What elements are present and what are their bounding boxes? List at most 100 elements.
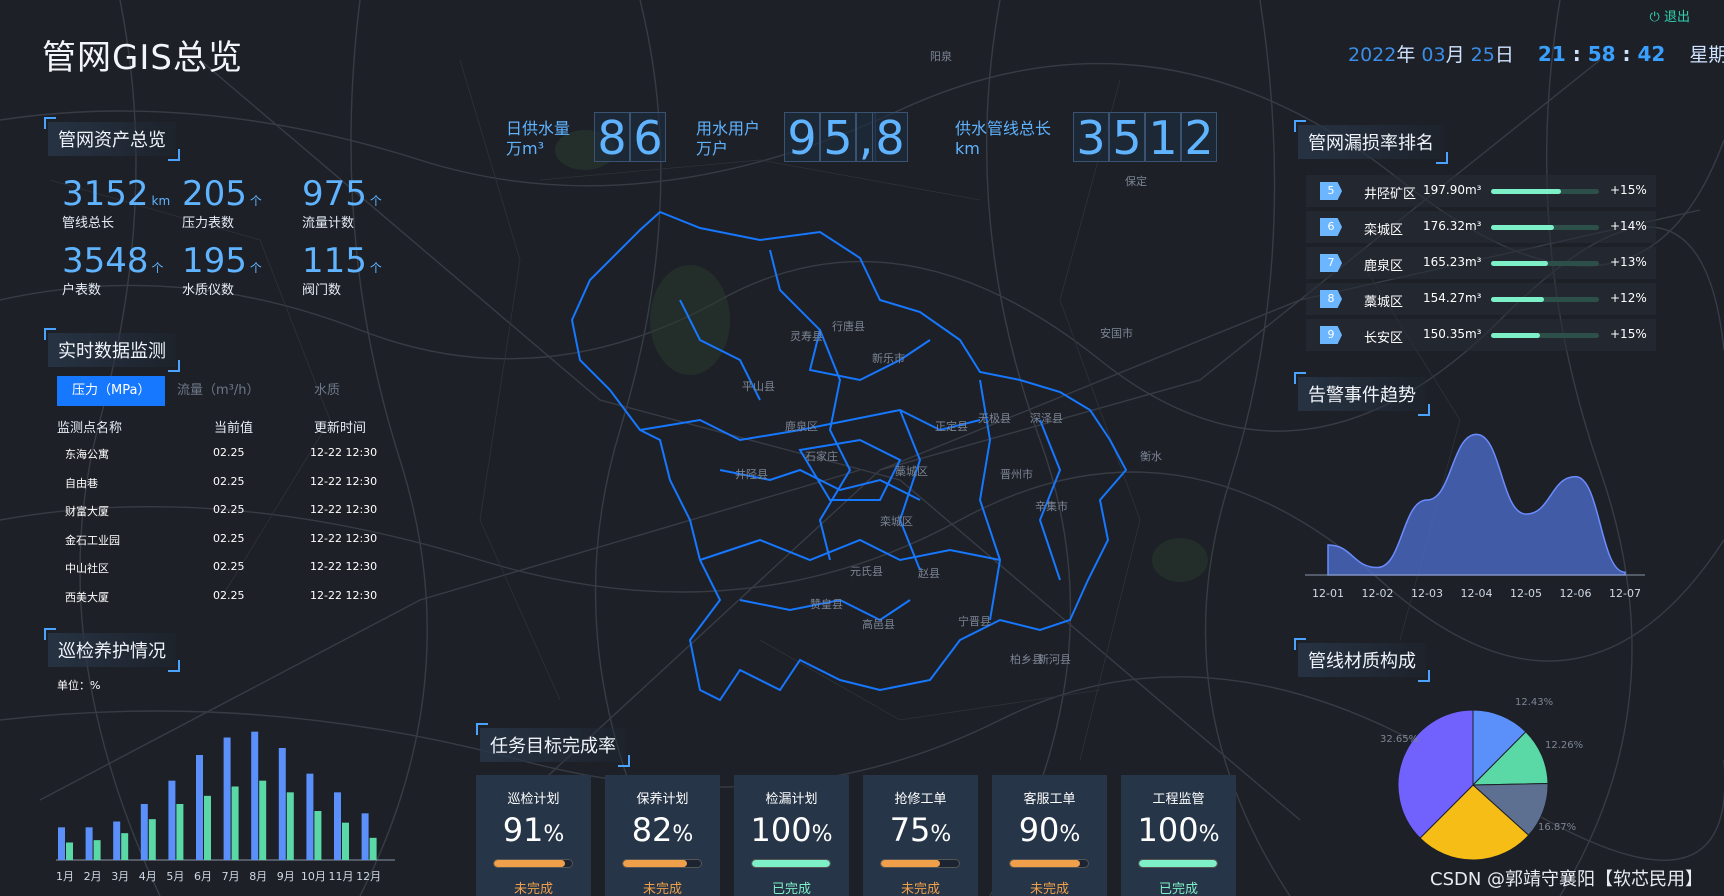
task-card[interactable]: 工程监管 100% 已完成 bbox=[1121, 775, 1236, 896]
task-card[interactable]: 检漏计划 100% 已完成 bbox=[734, 775, 849, 896]
task-status: 未完成 bbox=[1029, 882, 1069, 896]
area-series bbox=[1327, 433, 1626, 576]
stat-pipeline-length: 3152 km 管线总长 bbox=[62, 174, 171, 231]
tab-pressure[interactable]: 压力（MPa） bbox=[57, 376, 166, 406]
rank-badge: 5 bbox=[1320, 182, 1342, 200]
leak-change: +14% bbox=[1610, 219, 1647, 233]
rank-row[interactable]: 8 藁城区 154.27m³ +12% bbox=[1306, 283, 1656, 315]
bar bbox=[251, 731, 259, 860]
station-name: 西美大厦 bbox=[65, 590, 109, 604]
day: 25 bbox=[1470, 44, 1495, 66]
stat-pressure-meters: 205 个压力表数 bbox=[182, 174, 262, 231]
rank-row[interactable]: 5 井陉矿区 197.90m³ +15% bbox=[1306, 175, 1656, 207]
map-place-label: 新乐市 bbox=[872, 351, 905, 365]
leak-bar bbox=[1491, 333, 1599, 338]
station-value: 02.25 bbox=[213, 531, 245, 545]
station-name: 自由巷 bbox=[65, 476, 98, 490]
leak-volume: 176.32m³ bbox=[1423, 219, 1482, 233]
map-place-label: 元氏县 bbox=[850, 565, 883, 578]
task-card[interactable]: 抢修工单 75% 未完成 bbox=[863, 775, 978, 896]
x-tick-label: 7月 bbox=[222, 870, 240, 883]
logout-label: 退出 bbox=[1663, 10, 1690, 25]
rank-badge: 8 bbox=[1320, 290, 1342, 308]
map-place-label: 井陉县 bbox=[735, 467, 768, 481]
station-time: 12-22 12:30 bbox=[310, 446, 378, 459]
rank-badge: 6 bbox=[1320, 218, 1342, 236]
task-progress bbox=[880, 859, 960, 868]
station-time: 12-22 12:30 bbox=[310, 560, 378, 573]
leak-change: +12% bbox=[1610, 291, 1647, 305]
kpi-pipeline-length-label: 供水管线总长 km bbox=[955, 119, 1052, 158]
task-percent: 75% bbox=[889, 811, 952, 849]
task-name: 抢修工单 bbox=[894, 792, 947, 807]
bar bbox=[121, 833, 129, 860]
rank-badge: 7 bbox=[1320, 254, 1342, 272]
task-card[interactable]: 巡检计划 91% 未完成 bbox=[476, 775, 591, 896]
bar bbox=[58, 827, 65, 860]
map-place-label: 藁城区 bbox=[895, 465, 928, 478]
realtime-title: 实时数据监测 bbox=[44, 328, 180, 372]
task-name: 工程监管 bbox=[1152, 792, 1205, 807]
kpi-daily-supply-label: 日供水量 万m³ bbox=[506, 119, 571, 158]
table-row[interactable]: 东海公寓 02.25 12-22 12:30 bbox=[57, 440, 387, 468]
material-title: 管线材质构成 bbox=[1294, 638, 1430, 682]
task-progress bbox=[493, 859, 573, 868]
task-card[interactable]: 客服工单 90% 未完成 bbox=[992, 775, 1107, 896]
kpi-digit: 1 bbox=[1145, 112, 1181, 163]
minute: 58 bbox=[1587, 42, 1616, 66]
x-tick-label: 12-03 bbox=[1411, 587, 1443, 600]
district-name: 藁城区 bbox=[1364, 295, 1404, 310]
map-place-label: 保定 bbox=[1125, 174, 1147, 188]
x-tick-label: 4月 bbox=[139, 870, 157, 883]
table-row[interactable]: 自由巷 02.25 12-22 12:30 bbox=[57, 469, 387, 497]
bar bbox=[361, 813, 369, 860]
station-time: 12-22 12:30 bbox=[310, 531, 378, 545]
task-progress-fill bbox=[881, 860, 940, 867]
x-tick-label: 12-05 bbox=[1510, 587, 1542, 600]
rank-row[interactable]: 9 长安区 150.35m³ +15% bbox=[1306, 319, 1656, 351]
table-row[interactable]: 中山社区 02.25 12-22 12:30 bbox=[57, 554, 387, 582]
task-status: 未完成 bbox=[513, 882, 553, 896]
task-progress bbox=[751, 859, 831, 868]
map-place-label: 晋州市 bbox=[1000, 467, 1033, 481]
second: 42 bbox=[1637, 42, 1666, 66]
table-row[interactable]: 财富大厦 02.25 12-22 12:30 bbox=[57, 497, 387, 525]
x-tick-label: 2月 bbox=[84, 870, 102, 883]
bar bbox=[85, 827, 93, 860]
alarm-trend-chart: 12-01 12-02 12-03 12-04 12-05 12-06 12-07 bbox=[1305, 433, 1645, 600]
tab-water-quality[interactable]: 水质 bbox=[314, 376, 340, 406]
task-percent: 90% bbox=[1018, 811, 1081, 849]
station-value: 02.25 bbox=[213, 503, 245, 516]
kpi-users-label: 用水用户 万户 bbox=[696, 119, 761, 158]
station-name: 财富大厦 bbox=[65, 505, 109, 518]
bar bbox=[93, 840, 101, 860]
rank-row[interactable]: 7 鹿泉区 165.23m³ +13% bbox=[1306, 247, 1656, 279]
x-tick-label: 12-04 bbox=[1461, 587, 1493, 600]
leak-volume: 165.23m³ bbox=[1423, 255, 1482, 269]
task-status: 未完成 bbox=[900, 882, 940, 896]
station-value: 02.25 bbox=[213, 560, 245, 573]
year: 2022 bbox=[1348, 44, 1397, 66]
realtime-tabs: 压力（MPa） 流量（m³/h） 水质 bbox=[57, 376, 387, 406]
bar bbox=[286, 792, 294, 860]
task-card[interactable]: 保养计划 82% 未完成 bbox=[605, 775, 720, 896]
rank-row[interactable]: 6 栾城区 176.32m³ +14% bbox=[1306, 211, 1656, 243]
stat-quality-meters: 195 个水质仪数 bbox=[182, 241, 262, 298]
kpi-digit: 9 bbox=[784, 112, 820, 163]
x-tick-label: 12-01 bbox=[1312, 587, 1344, 600]
bar bbox=[369, 837, 377, 860]
table-row[interactable]: 金石工业园 02.25 12-22 12:30 bbox=[57, 526, 387, 554]
table-row[interactable]: 西美大厦 02.25 12-22 12:30 bbox=[57, 583, 387, 611]
logout-button[interactable]: ⏻ 退出 bbox=[1650, 6, 1690, 25]
task-progress-fill bbox=[494, 860, 565, 867]
map-place-label: 灵寿县 bbox=[790, 329, 823, 343]
x-tick-label: 1月 bbox=[56, 870, 74, 883]
watermark: CSDN @郭靖守襄阳【软芯民用】 bbox=[1430, 869, 1704, 890]
map-place-label: 赵县 bbox=[918, 566, 940, 580]
leak-volume: 197.90m³ bbox=[1423, 183, 1482, 197]
leak-change: +15% bbox=[1610, 183, 1647, 197]
col-time: 更新时间 bbox=[314, 421, 367, 436]
task-title: 任务目标完成率 bbox=[476, 723, 630, 767]
tab-flow[interactable]: 流量（m³/h） bbox=[177, 376, 260, 406]
station-time: 12-22 12:30 bbox=[310, 474, 378, 488]
